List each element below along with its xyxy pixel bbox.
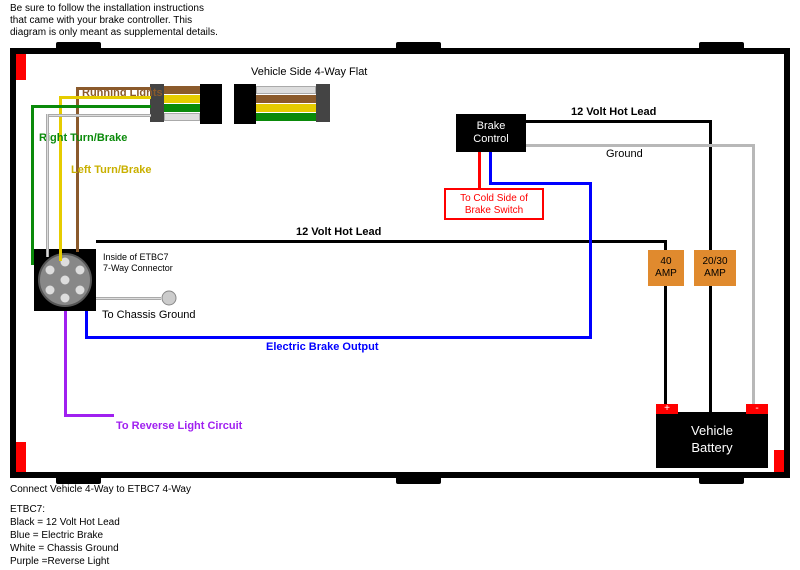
wire-reverse	[64, 414, 114, 417]
instructions-text: Be sure to follow the installation instr…	[10, 3, 218, 39]
wire-12v-top	[526, 120, 711, 123]
battery-plus-terminal: +	[656, 404, 678, 414]
wire-12v-mid	[96, 240, 666, 243]
vehicle-4way-label: Vehicle Side 4-Way Flat	[251, 66, 367, 78]
frame-tab	[396, 42, 441, 50]
chassis-ground-label: To Chassis Ground	[102, 309, 196, 321]
wire-reverse	[64, 311, 67, 416]
legend-line: Purple =Reverse Light	[10, 555, 120, 568]
wire-electric-brake	[85, 336, 591, 339]
amp2030-box: 20/30 AMP	[694, 250, 736, 286]
frame-tab	[699, 476, 744, 484]
left-turn-label: Left Turn/Brake	[71, 164, 151, 176]
7way-connector-icon	[34, 249, 96, 311]
chassis-ground-icon	[159, 288, 179, 308]
legend-line: Blue = Electric Brake	[10, 529, 120, 542]
wire-electric-brake	[489, 182, 591, 185]
legend-line: White = Chassis Ground	[10, 542, 120, 555]
hot-lead-mid-label: 12 Volt Hot Lead	[296, 226, 381, 238]
7way-connector-box	[34, 249, 96, 311]
wire-white-4way	[46, 114, 49, 257]
frame-tab	[56, 42, 101, 50]
red-marker	[16, 442, 26, 472]
wire-electric-brake	[85, 311, 88, 339]
wire-ground	[752, 144, 755, 412]
legend-title: ETBC7:	[10, 503, 120, 516]
ground-label: Ground	[606, 148, 643, 160]
connector-inside-label: Inside of ETBC7 7-Way Connector	[103, 252, 173, 274]
battery-box: Vehicle Battery	[656, 412, 768, 468]
wire-white-4way	[46, 114, 151, 117]
frame-tab	[699, 42, 744, 50]
footer-connect: Connect Vehicle 4-Way to ETBC7 4-Way	[10, 483, 191, 496]
right-turn-label: Right Turn/Brake	[39, 132, 127, 144]
legend-line: Black = 12 Volt Hot Lead	[10, 516, 120, 529]
red-marker	[774, 450, 784, 472]
wire-right-turn	[31, 105, 34, 265]
brake-control-box: Brake Control	[456, 114, 526, 152]
wire-electric-brake	[589, 182, 592, 339]
wire-left-turn	[59, 96, 62, 261]
wire-cold-side	[478, 152, 481, 190]
etbc7-4way-plug	[164, 84, 222, 124]
hot-lead-top-label: 12 Volt Hot Lead	[571, 106, 656, 118]
wire-ground	[526, 144, 754, 147]
frame-tab	[396, 476, 441, 484]
diagram-frame: Vehicle Side 4-Way Flat Running	[10, 48, 790, 478]
vehicle-4way-plug	[234, 84, 324, 124]
battery-minus-terminal: -	[746, 404, 768, 414]
wire-right-turn	[31, 105, 151, 108]
wire-chassis-ground	[96, 297, 161, 300]
red-marker	[16, 54, 26, 80]
reverse-label: To Reverse Light Circuit	[116, 420, 242, 432]
wire-left-turn	[59, 96, 151, 99]
amp40-box: 40 AMP	[648, 250, 684, 286]
footer-legend: ETBC7: Black = 12 Volt Hot Lead Blue = E…	[10, 503, 120, 568]
electric-brake-label: Electric Brake Output	[266, 341, 378, 353]
cold-side-box: To Cold Side of Brake Switch	[444, 188, 544, 220]
